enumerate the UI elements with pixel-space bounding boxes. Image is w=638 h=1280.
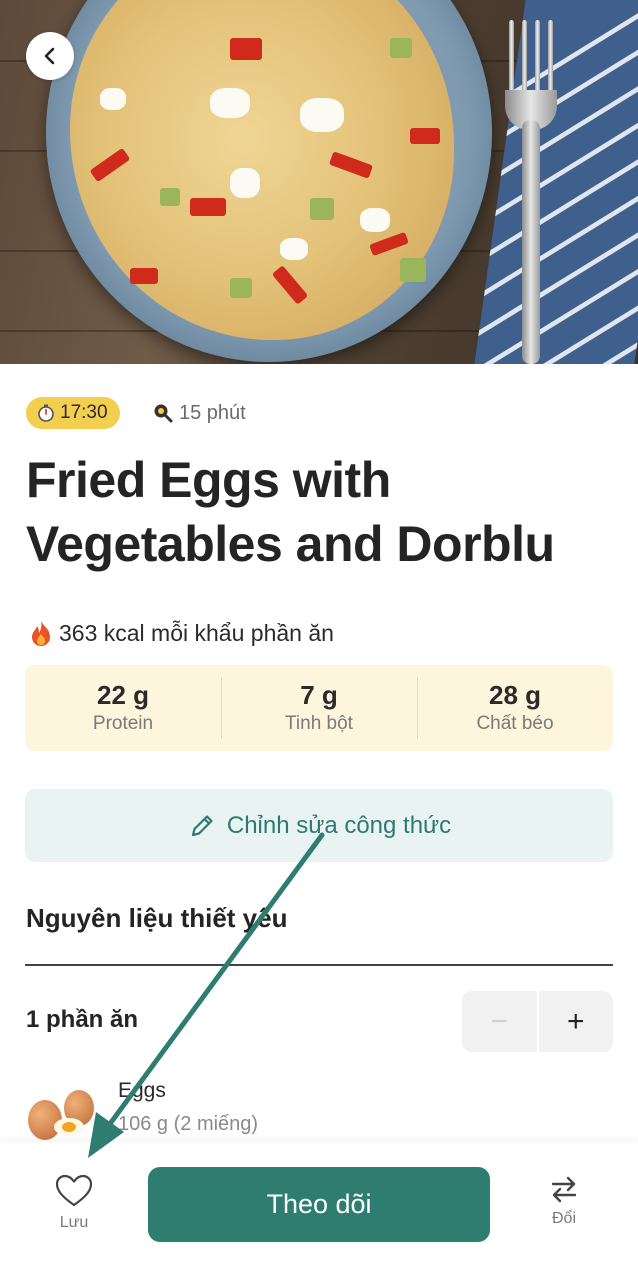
save-label: Lưu bbox=[59, 1214, 89, 1231]
ingredients-title: Nguyên liệu thiết yếu bbox=[26, 903, 288, 933]
edit-recipe-button[interactable]: Chỉnh sửa công thức bbox=[25, 789, 613, 862]
swap-label: Đổi bbox=[551, 1210, 576, 1227]
recipe-hero-image bbox=[0, 0, 638, 364]
decrease-servings-button[interactable]: − bbox=[462, 991, 537, 1052]
time-value: 17:30 bbox=[60, 402, 108, 423]
follow-label: Theo dõi bbox=[266, 1189, 372, 1219]
macro-value: 7 g bbox=[300, 680, 338, 710]
calories-info: 363 kcal mỗi khẩu phần ăn bbox=[26, 618, 334, 648]
macro-value: 28 g bbox=[488, 680, 542, 710]
recipe-title: Fried Eggs with Vegetables and Dorblu bbox=[26, 452, 555, 572]
fork bbox=[505, 20, 557, 130]
back-button[interactable] bbox=[26, 32, 74, 80]
macro-protein: 22 g Protein bbox=[25, 665, 221, 751]
follow-button[interactable]: Theo dõi bbox=[148, 1167, 490, 1242]
macro-fat: 28 g Chất béo bbox=[417, 665, 613, 751]
stopwatch-icon bbox=[38, 404, 54, 422]
swap-arrows-icon bbox=[551, 1176, 577, 1203]
macro-carbs: 7 g Tinh bột bbox=[221, 665, 417, 751]
divider bbox=[25, 964, 613, 966]
macro-label: Chất béo bbox=[476, 713, 554, 734]
servings-stepper: − + bbox=[462, 991, 613, 1052]
bottom-action-bar: Lưu Theo dõi Đổi bbox=[0, 1142, 638, 1280]
duration-value: 15 phút bbox=[179, 401, 246, 424]
increase-servings-button[interactable]: + bbox=[538, 991, 613, 1052]
macro-label: Tinh bột bbox=[285, 713, 353, 734]
cooking-pan-icon bbox=[154, 404, 173, 423]
pencil-icon bbox=[191, 814, 213, 836]
heart-icon bbox=[55, 1174, 93, 1207]
macro-value: 22 g bbox=[96, 680, 150, 710]
ingredient-name: Eggs bbox=[118, 1079, 166, 1102]
macros-panel: 22 g Protein 7 g Tinh bột 28 g Chất béo bbox=[25, 665, 613, 751]
time-badge: 17:30 bbox=[26, 397, 120, 429]
macro-label: Protein bbox=[92, 713, 154, 734]
swap-button[interactable]: Đổi bbox=[534, 1174, 594, 1228]
save-button[interactable]: Lưu bbox=[44, 1174, 104, 1232]
servings-label: 1 phần ăn bbox=[26, 1006, 139, 1033]
duration: 15 phút bbox=[152, 398, 246, 428]
edit-recipe-label: Chỉnh sửa công thức bbox=[226, 811, 452, 839]
chevron-left-icon bbox=[44, 47, 55, 65]
fire-icon bbox=[32, 621, 50, 646]
calories-text: 363 kcal mỗi khẩu phần ăn bbox=[59, 619, 334, 646]
ingredient-image-eggs bbox=[24, 1084, 100, 1142]
ingredient-quantity: 106 g (2 miếng) bbox=[118, 1113, 259, 1135]
